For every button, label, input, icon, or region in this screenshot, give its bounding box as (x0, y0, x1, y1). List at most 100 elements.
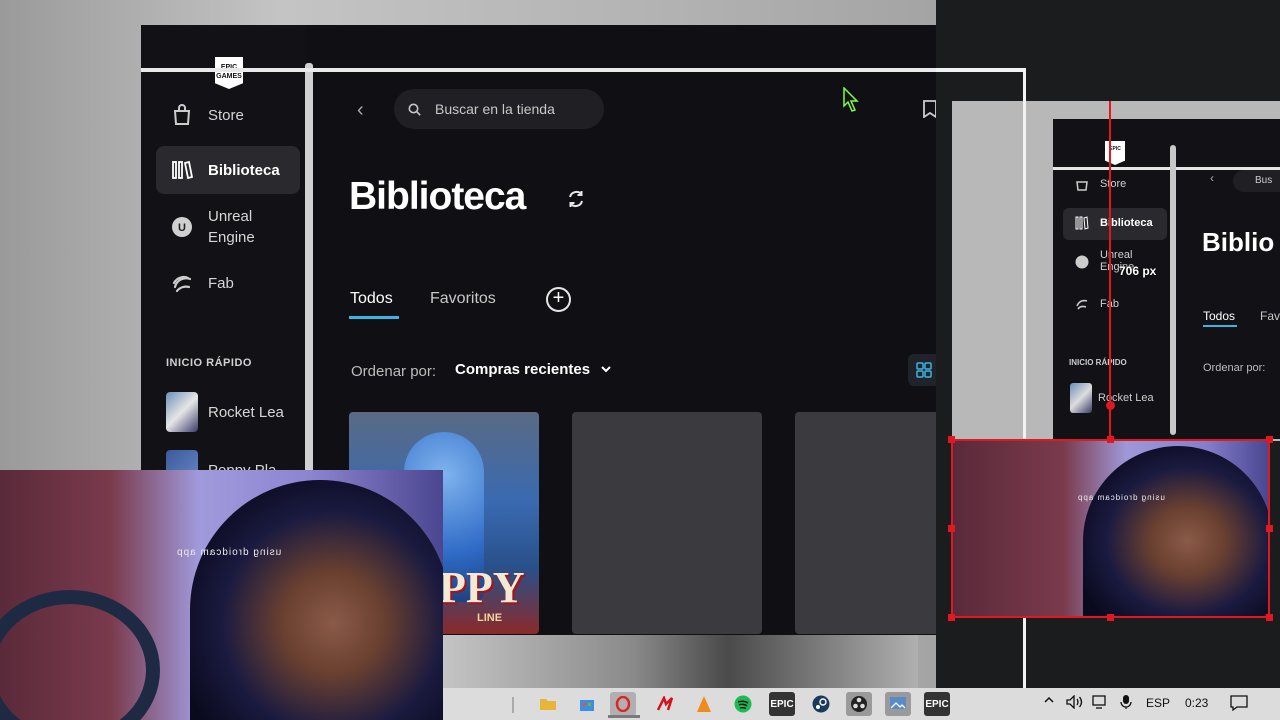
taskbar-divider (512, 697, 514, 713)
spotify-icon[interactable] (730, 692, 756, 716)
active-app-indicator (608, 715, 640, 718)
library-icon (1075, 216, 1089, 230)
sort-value: Compras recientes (455, 361, 591, 378)
tab-todos[interactable]: Todos (350, 290, 393, 308)
clock[interactable]: 0:23 (1185, 696, 1208, 710)
sidebar-item-biblioteca: Biblioteca (1063, 208, 1167, 240)
quick-launch-title: INICIO RÁPIDO (166, 357, 252, 369)
unreal-icon (1075, 255, 1089, 269)
sort-label: Ordenar por: (351, 363, 437, 380)
unreal-icon: U (170, 215, 194, 239)
obs-icon[interactable] (846, 692, 872, 716)
steam-icon[interactable] (808, 692, 834, 716)
watermark: using droidcam app (1077, 493, 1165, 502)
frame-line (1170, 145, 1176, 435)
add-collection-button[interactable]: + (546, 287, 571, 312)
sidebar-item-label: Unreal Engine (208, 208, 255, 246)
sidebar-item-label: Fab (208, 274, 234, 292)
volume-icon[interactable] (1066, 694, 1084, 712)
sidebar-item-label: Biblioteca (1100, 217, 1153, 229)
sidebar-item-store: Store (1063, 169, 1167, 201)
epic-logo[interactable]: EPICGAMES (215, 57, 243, 89)
rotate-handle[interactable] (1106, 401, 1115, 410)
resize-handle[interactable] (1107, 436, 1114, 443)
grid-icon (916, 362, 932, 378)
sort-dropdown[interactable]: Compras recientes (455, 361, 612, 378)
sidebar-item-fab: Fab (1063, 289, 1167, 321)
game-card[interactable] (795, 412, 936, 634)
resize-handle[interactable] (1266, 436, 1273, 443)
webcam-preview-selected[interactable]: using droidcam app (951, 439, 1270, 618)
resize-handle[interactable] (1266, 614, 1273, 621)
webcam-person (190, 480, 443, 720)
svg-text:U: U (178, 222, 186, 234)
tab-favoritos[interactable]: Favoritos (430, 290, 496, 308)
mouse-cursor-icon (843, 86, 859, 118)
search-input: Bus (1233, 170, 1280, 192)
epic-logo: EPIC (1105, 141, 1125, 165)
resize-handle[interactable] (948, 525, 955, 532)
tab-underline (349, 316, 399, 319)
epic-games-icon-2[interactable]: EPIC (924, 692, 950, 716)
store-icon[interactable] (574, 692, 600, 716)
tab-favoritos: Fav (1260, 309, 1280, 323)
game-subtitle-art: LINE (477, 612, 503, 624)
bag-icon (1075, 177, 1089, 191)
chevron-down-icon (601, 366, 611, 373)
back-arrow-icon: ‹ (1210, 171, 1214, 185)
resize-handle[interactable] (1107, 614, 1114, 621)
wishlist-icon[interactable] (923, 100, 936, 123)
bag-icon (170, 103, 194, 127)
watermark: using droidcam app (176, 547, 282, 558)
page-title: Biblioteca (349, 175, 526, 218)
search-icon (408, 103, 421, 116)
resize-handle[interactable] (948, 436, 955, 443)
selection-frame (936, 68, 1026, 72)
quick-launch-title: INICIO RÁPIDO (1069, 358, 1127, 367)
language-indicator[interactable]: ESP (1146, 696, 1170, 710)
vlc-icon[interactable] (691, 692, 717, 716)
tab-underline (1203, 325, 1237, 327)
sidebar-item-label: Store (208, 106, 244, 124)
resize-handle[interactable] (948, 614, 955, 621)
sidebar-item-label: Biblioteca (208, 161, 280, 179)
brave-icon[interactable] (652, 692, 678, 716)
back-arrow-icon[interactable]: ‹ (357, 99, 364, 122)
measurement-guide (1109, 101, 1111, 439)
sidebar-item-unreal-engine[interactable]: U Unreal Engine (156, 203, 300, 251)
sidebar-item-label: Store (1100, 178, 1127, 190)
search-input[interactable]: Buscar en la tienda (394, 89, 604, 129)
file-explorer-icon[interactable] (535, 692, 561, 716)
notifications-icon[interactable] (1230, 695, 1248, 714)
resize-handle[interactable] (1266, 525, 1273, 532)
webcam-overlay: using droidcam app (0, 470, 443, 720)
sidebar-item-store[interactable]: Store (156, 91, 300, 139)
background-image-strip (443, 635, 918, 688)
sort-label: Ordenar por: (1203, 362, 1266, 374)
page-title: Biblio (1202, 227, 1275, 257)
selection-frame (141, 68, 1026, 72)
fab-icon (1075, 297, 1089, 311)
game-title-art: PPY (439, 563, 525, 612)
photos-icon[interactable] (885, 692, 911, 716)
webcam-person (1083, 446, 1268, 616)
fab-icon (170, 271, 194, 295)
captured-epic-window: EPIC Store Biblioteca Unreal Engine Fab … (1053, 119, 1280, 439)
sidebar-item-biblioteca[interactable]: Biblioteca (156, 146, 300, 194)
measurement-label: 706 px (1119, 264, 1157, 278)
game-card[interactable] (572, 412, 762, 634)
refresh-icon[interactable] (566, 189, 586, 214)
network-icon[interactable] (1092, 695, 1110, 712)
library-icon (170, 158, 194, 182)
grid-view-button[interactable] (908, 354, 936, 386)
tray-overflow-icon[interactable] (1043, 694, 1055, 709)
epic-games-icon[interactable]: EPIC (769, 692, 795, 716)
quick-launch-label: Rocket Lea (208, 403, 284, 421)
opera-icon[interactable] (610, 692, 636, 716)
game-thumbnail (166, 392, 198, 432)
quick-launch-item[interactable]: Rocket Lea (166, 391, 284, 433)
search-placeholder: Buscar en la tienda (435, 101, 555, 117)
sidebar-item-fab[interactable]: Fab (156, 259, 300, 307)
tab-todos: Todos (1203, 309, 1236, 323)
microphone-icon[interactable] (1120, 694, 1132, 713)
